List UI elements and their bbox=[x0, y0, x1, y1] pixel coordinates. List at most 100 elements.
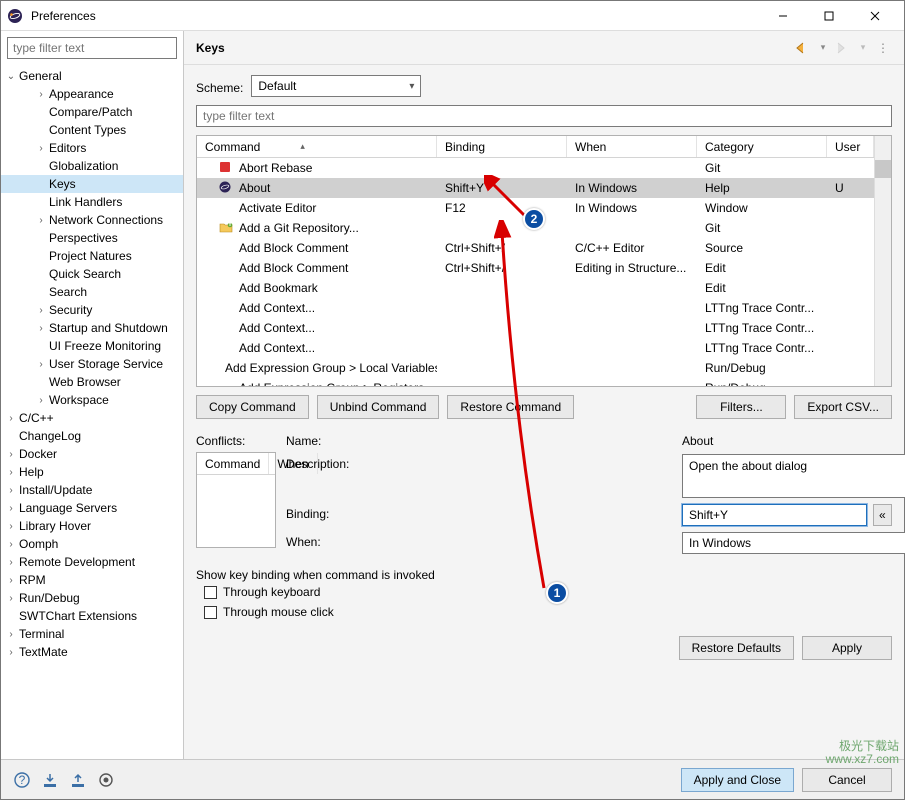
command-icon bbox=[219, 181, 233, 195]
table-filter-input[interactable] bbox=[196, 105, 892, 127]
nav-pane: ⌄General›AppearanceCompare/PatchContent … bbox=[1, 31, 184, 759]
tree-item[interactable]: Perspectives bbox=[1, 229, 183, 247]
scheme-label: Scheme: bbox=[196, 78, 243, 95]
unbind-command-button[interactable]: Unbind Command bbox=[317, 395, 440, 419]
tree-item[interactable]: Globalization bbox=[1, 157, 183, 175]
tree-item[interactable]: ›Appearance bbox=[1, 85, 183, 103]
tree-item[interactable]: ›Help bbox=[1, 463, 183, 481]
tree-item[interactable]: Link Handlers bbox=[1, 193, 183, 211]
filters-button[interactable]: Filters... bbox=[696, 395, 786, 419]
export-icon[interactable] bbox=[69, 771, 87, 789]
checkbox-icon bbox=[204, 586, 217, 599]
maximize-button[interactable] bbox=[806, 1, 852, 31]
tree-item[interactable]: ›Workspace bbox=[1, 391, 183, 409]
menu-icon[interactable]: ⋮ bbox=[874, 39, 892, 57]
table-row[interactable]: Add BookmarkEdit bbox=[197, 278, 874, 298]
tree-item[interactable]: ›Install/Update bbox=[1, 481, 183, 499]
tree-item[interactable]: Quick Search bbox=[1, 265, 183, 283]
command-icon bbox=[219, 321, 233, 335]
table-row[interactable]: Add Context...LTTng Trace Contr... bbox=[197, 338, 874, 358]
keys-table: Command Binding When Category User Abort… bbox=[196, 135, 892, 387]
tree-item[interactable]: ⌄General bbox=[1, 67, 183, 85]
tree-item[interactable]: ›C/C++ bbox=[1, 409, 183, 427]
tree-item[interactable]: UI Freeze Monitoring bbox=[1, 337, 183, 355]
minimize-button[interactable] bbox=[760, 1, 806, 31]
scheme-value: Default bbox=[258, 79, 296, 93]
copy-command-button[interactable]: Copy Command bbox=[196, 395, 309, 419]
window-title: Preferences bbox=[31, 9, 760, 23]
through-keyboard-checkbox[interactable]: Through keyboard bbox=[196, 582, 892, 602]
col-binding[interactable]: Binding bbox=[437, 136, 567, 157]
table-body[interactable]: Abort RebaseGitAboutShift+YIn WindowsHel… bbox=[197, 158, 874, 386]
nav-filter-input[interactable] bbox=[7, 37, 177, 59]
tree-item[interactable]: ›Library Hover bbox=[1, 517, 183, 535]
table-row[interactable]: Add Expression Group > Local VariablesRu… bbox=[197, 358, 874, 378]
back-icon[interactable] bbox=[794, 39, 812, 57]
tree-item[interactable]: ›RPM bbox=[1, 571, 183, 589]
tree-item[interactable]: ›Run/Debug bbox=[1, 589, 183, 607]
tree-item[interactable]: Project Natures bbox=[1, 247, 183, 265]
description-label: Description: bbox=[286, 454, 672, 471]
tree-item[interactable]: ›Oomph bbox=[1, 535, 183, 553]
apply-and-close-button[interactable]: Apply and Close bbox=[681, 768, 794, 792]
col-category[interactable]: Category bbox=[697, 136, 827, 157]
col-when[interactable]: When bbox=[567, 136, 697, 157]
tree-item[interactable]: ›Startup and Shutdown bbox=[1, 319, 183, 337]
tree-item[interactable]: Keys bbox=[1, 175, 183, 193]
table-row[interactable]: Add Context...LTTng Trace Contr... bbox=[197, 318, 874, 338]
close-button[interactable] bbox=[852, 1, 898, 31]
apply-button[interactable]: Apply bbox=[802, 636, 892, 660]
table-row[interactable]: Abort RebaseGit bbox=[197, 158, 874, 178]
record-icon[interactable] bbox=[97, 771, 115, 789]
tree-item[interactable]: Search bbox=[1, 283, 183, 301]
tree-item[interactable]: Compare/Patch bbox=[1, 103, 183, 121]
table-row[interactable]: AboutShift+YIn WindowsHelpU bbox=[197, 178, 874, 198]
tree-item[interactable]: ›Docker bbox=[1, 445, 183, 463]
svg-text:+: + bbox=[226, 221, 233, 230]
conflicts-col-command[interactable]: Command bbox=[197, 453, 269, 474]
command-icon bbox=[219, 241, 233, 255]
table-row[interactable]: Add Block CommentCtrl+Shift+/C/C++ Edito… bbox=[197, 238, 874, 258]
when-combo[interactable]: In Windows ▾ bbox=[682, 532, 905, 554]
conflicts-table: Command When bbox=[196, 452, 276, 548]
command-icon bbox=[219, 301, 233, 315]
scheme-combo[interactable]: Default ▾ bbox=[251, 75, 421, 97]
cancel-button[interactable]: Cancel bbox=[802, 768, 892, 792]
tree-item[interactable]: ›User Storage Service bbox=[1, 355, 183, 373]
restore-defaults-button[interactable]: Restore Defaults bbox=[679, 636, 794, 660]
description-field[interactable]: Open the about dialog bbox=[682, 454, 905, 498]
annotation-badge-1: 1 bbox=[546, 582, 568, 604]
table-scrollbar-track[interactable] bbox=[874, 158, 891, 386]
name-value: About bbox=[682, 431, 892, 448]
nav-tree[interactable]: ⌄General›AppearanceCompare/PatchContent … bbox=[1, 65, 183, 759]
col-user[interactable]: User bbox=[827, 136, 874, 157]
table-scrollbar[interactable] bbox=[874, 136, 891, 158]
tree-item[interactable]: ›TextMate bbox=[1, 643, 183, 661]
tree-item[interactable]: SWTChart Extensions bbox=[1, 607, 183, 625]
through-mouse-checkbox[interactable]: Through mouse click bbox=[196, 602, 892, 622]
tree-item[interactable]: ChangeLog bbox=[1, 427, 183, 445]
binding-input[interactable] bbox=[682, 504, 867, 526]
col-command[interactable]: Command bbox=[197, 136, 437, 157]
tree-item[interactable]: ›Security bbox=[1, 301, 183, 319]
annotation-badge-2: 2 bbox=[523, 208, 545, 230]
command-icon bbox=[219, 381, 233, 386]
titlebar: Preferences bbox=[1, 1, 904, 31]
table-row[interactable]: Add Expression Group > RegistersRun/Debu… bbox=[197, 378, 874, 386]
tree-item[interactable]: ›Remote Development bbox=[1, 553, 183, 571]
tree-item[interactable]: ›Language Servers bbox=[1, 499, 183, 517]
import-icon[interactable] bbox=[41, 771, 59, 789]
tree-item[interactable]: ›Terminal bbox=[1, 625, 183, 643]
export-csv-button[interactable]: Export CSV... bbox=[794, 395, 892, 419]
restore-command-button[interactable]: Restore Command bbox=[447, 395, 574, 419]
help-icon[interactable]: ? bbox=[13, 771, 31, 789]
tree-item[interactable]: Web Browser bbox=[1, 373, 183, 391]
tree-item[interactable]: Content Types bbox=[1, 121, 183, 139]
table-row[interactable]: Add Block CommentCtrl+Shift+/Editing in … bbox=[197, 258, 874, 278]
binding-clear-button[interactable]: « bbox=[873, 504, 892, 526]
tree-item[interactable]: ›Network Connections bbox=[1, 211, 183, 229]
tree-item[interactable]: ›Editors bbox=[1, 139, 183, 157]
table-row[interactable]: Add Context...LTTng Trace Contr... bbox=[197, 298, 874, 318]
back-dropdown-icon[interactable]: ▾ bbox=[818, 39, 828, 57]
command-icon bbox=[219, 161, 233, 175]
